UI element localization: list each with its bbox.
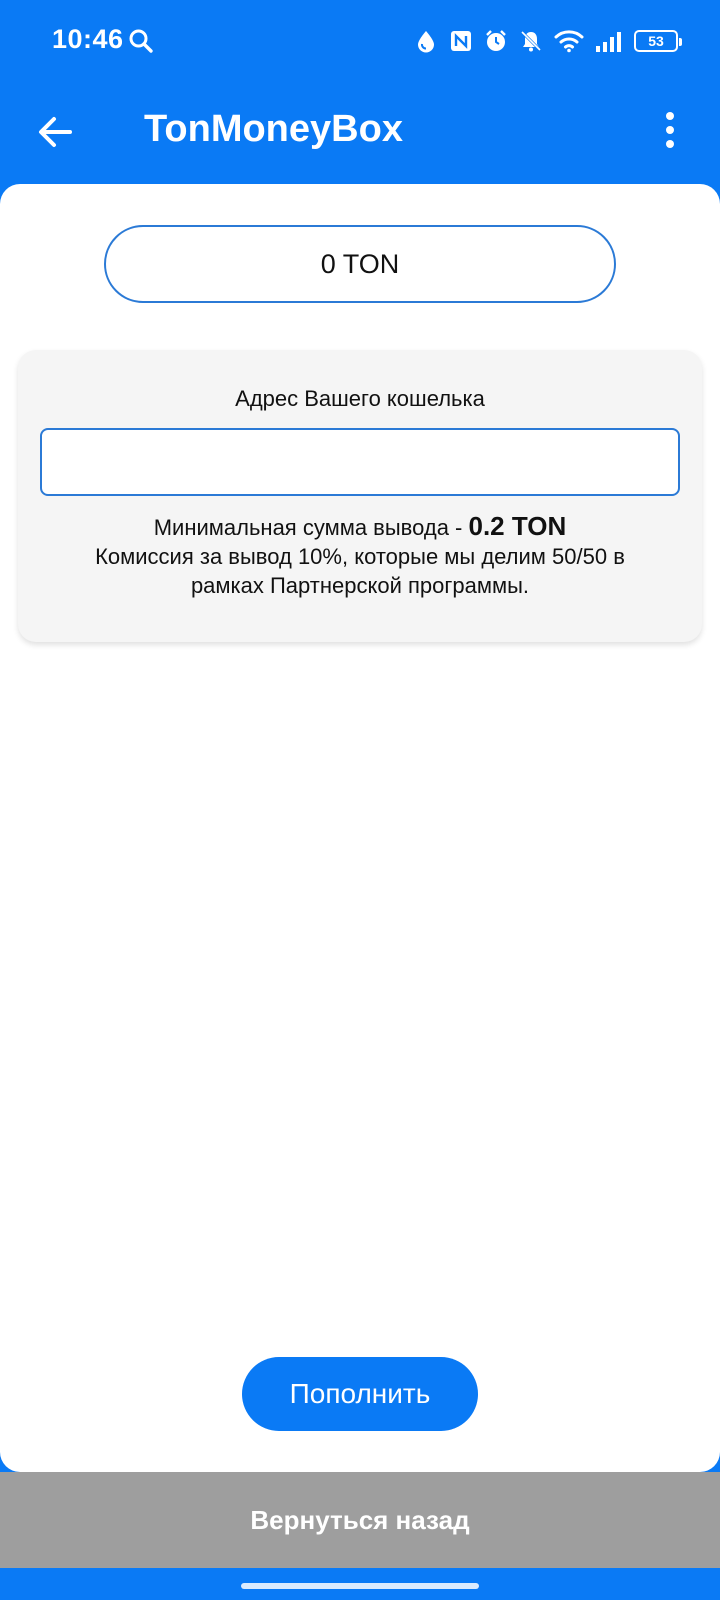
back-arrow-icon[interactable] — [36, 112, 76, 152]
withdraw-card: Адрес Вашего кошелька Минимальная сумма … — [18, 350, 702, 642]
commission-text: Комиссия за вывод 10%, которые мы делим … — [95, 544, 625, 598]
battery-level: 53 — [648, 33, 664, 49]
signal-icon — [595, 28, 623, 54]
wallet-address-input[interactable] — [40, 428, 680, 496]
search-icon — [128, 28, 154, 54]
water-drop-icon — [414, 28, 438, 54]
min-withdraw-amount: 0.2 TON — [468, 511, 567, 541]
nfc-icon — [449, 28, 473, 54]
more-vert-icon[interactable] — [660, 108, 680, 152]
topup-button[interactable]: Пополнить — [242, 1357, 478, 1431]
status-icons: 53 — [414, 26, 682, 56]
mute-bell-icon — [519, 28, 543, 54]
app-bar: TonMoneyBox — [0, 84, 720, 184]
go-back-label: Вернуться назад — [250, 1504, 470, 1535]
app-title: TonMoneyBox — [144, 108, 403, 150]
withdraw-info: Минимальная сумма вывода - 0.2 TON Комис… — [18, 512, 702, 600]
status-bar: 10:46 53 — [0, 0, 720, 84]
balance-display: 0 TON — [104, 225, 616, 303]
content-sheet: 0 TON Адрес Вашего кошелька Минимальная … — [0, 184, 720, 1472]
gesture-nav-handle[interactable] — [241, 1583, 479, 1589]
min-withdraw-text: Минимальная сумма вывода - — [153, 515, 469, 540]
wifi-icon — [554, 28, 584, 54]
battery-icon: 53 — [634, 30, 682, 52]
status-time: 10:46 — [52, 24, 124, 54]
go-back-button[interactable]: Вернуться назад — [0, 1472, 720, 1568]
wallet-address-label: Адрес Вашего кошелька — [235, 386, 485, 411]
balance-text: 0 TON — [320, 248, 400, 279]
alarm-icon — [484, 28, 508, 54]
